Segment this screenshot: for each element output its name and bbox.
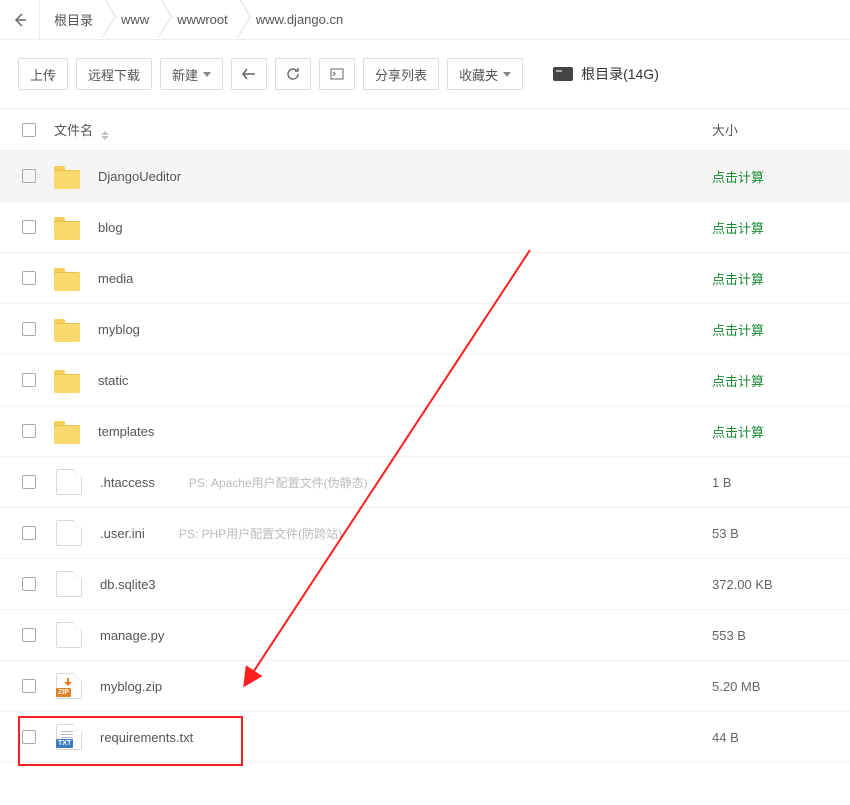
file-list: 文件名 大小 DjangoUeditor 点击计算 blog 点击计算 media 点击计… [0,109,850,763]
breadcrumb-label: www.django.cn [256,12,343,27]
table-row[interactable]: .user.ini PS: PHP用户配置文件(防跨站) 53 B [0,508,850,559]
row-checkbox[interactable] [22,526,36,540]
back-button[interactable] [0,0,40,40]
file-icon [56,520,82,546]
chevron-down-icon [203,72,211,77]
root-dir-label: 根目录(14G) [553,64,659,84]
file-name[interactable]: manage.py [100,628,164,643]
file-size[interactable]: 点击计算 [712,269,832,288]
table-row[interactable]: media 点击计算 [0,253,850,304]
table-header: 文件名 大小 [0,109,850,151]
row-checkbox[interactable] [22,628,36,642]
table-row[interactable]: static 点击计算 [0,355,850,406]
row-checkbox[interactable] [22,679,36,693]
remote-download-button[interactable]: 远程下载 [76,58,152,90]
breadcrumb-item[interactable]: 根目录 [40,0,107,40]
new-button[interactable]: 新建 [160,58,223,90]
disk-icon [553,67,573,81]
breadcrumb-item[interactable]: www.django.cn [242,0,357,40]
table-row[interactable]: ZIP myblog.zip 5.20 MB [0,661,850,712]
refresh-button[interactable] [275,58,311,90]
file-name[interactable]: blog [98,220,123,235]
file-size: 1 B [712,475,832,490]
row-checkbox[interactable] [22,169,36,183]
file-size: 372.00 KB [712,577,832,592]
nav-back-button[interactable] [231,58,267,90]
file-note: PS: Apache用户配置文件(伪静态) [189,474,368,491]
file-size[interactable]: 点击计算 [712,422,832,441]
file-name[interactable]: requirements.txt [100,730,193,745]
breadcrumb-label: wwwroot [177,12,228,27]
file-size: 553 B [712,628,832,643]
table-row[interactable]: templates 点击计算 [0,406,850,457]
file-name[interactable]: db.sqlite3 [100,577,156,592]
row-checkbox[interactable] [22,577,36,591]
file-name[interactable]: media [98,271,133,286]
zip-file-icon: ZIP [56,673,82,699]
sort-icon [101,131,109,140]
row-checkbox[interactable] [22,322,36,336]
arrow-left-icon [242,68,256,80]
upload-button[interactable]: 上传 [18,58,68,90]
column-size-header[interactable]: 大小 [712,120,832,139]
file-icon [56,469,82,495]
file-size: 53 B [712,526,832,541]
breadcrumb-item[interactable]: wwwroot [163,0,242,40]
file-name[interactable]: static [98,373,128,388]
row-checkbox[interactable] [22,373,36,387]
row-checkbox[interactable] [22,475,36,489]
refresh-icon [286,67,300,81]
terminal-icon [330,68,344,80]
breadcrumb-label: www [121,12,149,27]
folder-icon [54,421,80,443]
file-icon [56,622,82,648]
file-size[interactable]: 点击计算 [712,320,832,339]
select-all-checkbox[interactable] [22,123,36,137]
file-size[interactable]: 点击计算 [712,167,832,186]
folder-icon [54,370,80,392]
file-name[interactable]: myblog [98,322,140,337]
toolbar: 上传 远程下载 新建 分享列表 收藏夹 根目录(14G) [0,40,850,109]
chevron-down-icon [503,72,511,77]
file-size: 44 B [712,730,832,745]
table-row[interactable]: DjangoUeditor 点击计算 [0,151,850,202]
file-size[interactable]: 点击计算 [712,371,832,390]
table-row[interactable]: TXT requirements.txt 44 B [0,712,850,763]
file-name[interactable]: .htaccess [100,475,155,490]
folder-icon [54,268,80,290]
row-checkbox[interactable] [22,220,36,234]
column-name-header[interactable]: 文件名 [54,120,109,140]
file-name[interactable]: .user.ini [100,526,145,541]
terminal-button[interactable] [319,58,355,90]
file-name[interactable]: DjangoUeditor [98,169,181,184]
file-name[interactable]: myblog.zip [100,679,162,694]
breadcrumb-item[interactable]: www [107,0,163,40]
table-row[interactable]: db.sqlite3 372.00 KB [0,559,850,610]
file-size: 5.20 MB [712,679,832,694]
table-row[interactable]: .htaccess PS: Apache用户配置文件(伪静态) 1 B [0,457,850,508]
table-row[interactable]: manage.py 553 B [0,610,850,661]
arrow-left-icon [12,12,28,28]
file-name[interactable]: templates [98,424,154,439]
file-note: PS: PHP用户配置文件(防跨站) [179,525,342,542]
share-list-button[interactable]: 分享列表 [363,58,439,90]
folder-icon [54,319,80,341]
row-checkbox[interactable] [22,424,36,438]
folder-icon [54,217,80,239]
table-row[interactable]: blog 点击计算 [0,202,850,253]
file-size[interactable]: 点击计算 [712,218,832,237]
breadcrumb-label: 根目录 [54,10,93,29]
folder-icon [54,166,80,188]
row-checkbox[interactable] [22,271,36,285]
table-row[interactable]: myblog 点击计算 [0,304,850,355]
favorites-button[interactable]: 收藏夹 [447,58,523,90]
row-checkbox[interactable] [22,730,36,744]
file-icon [56,571,82,597]
txt-file-icon: TXT [56,724,82,750]
breadcrumb: 根目录 www wwwroot www.django.cn [0,0,850,40]
